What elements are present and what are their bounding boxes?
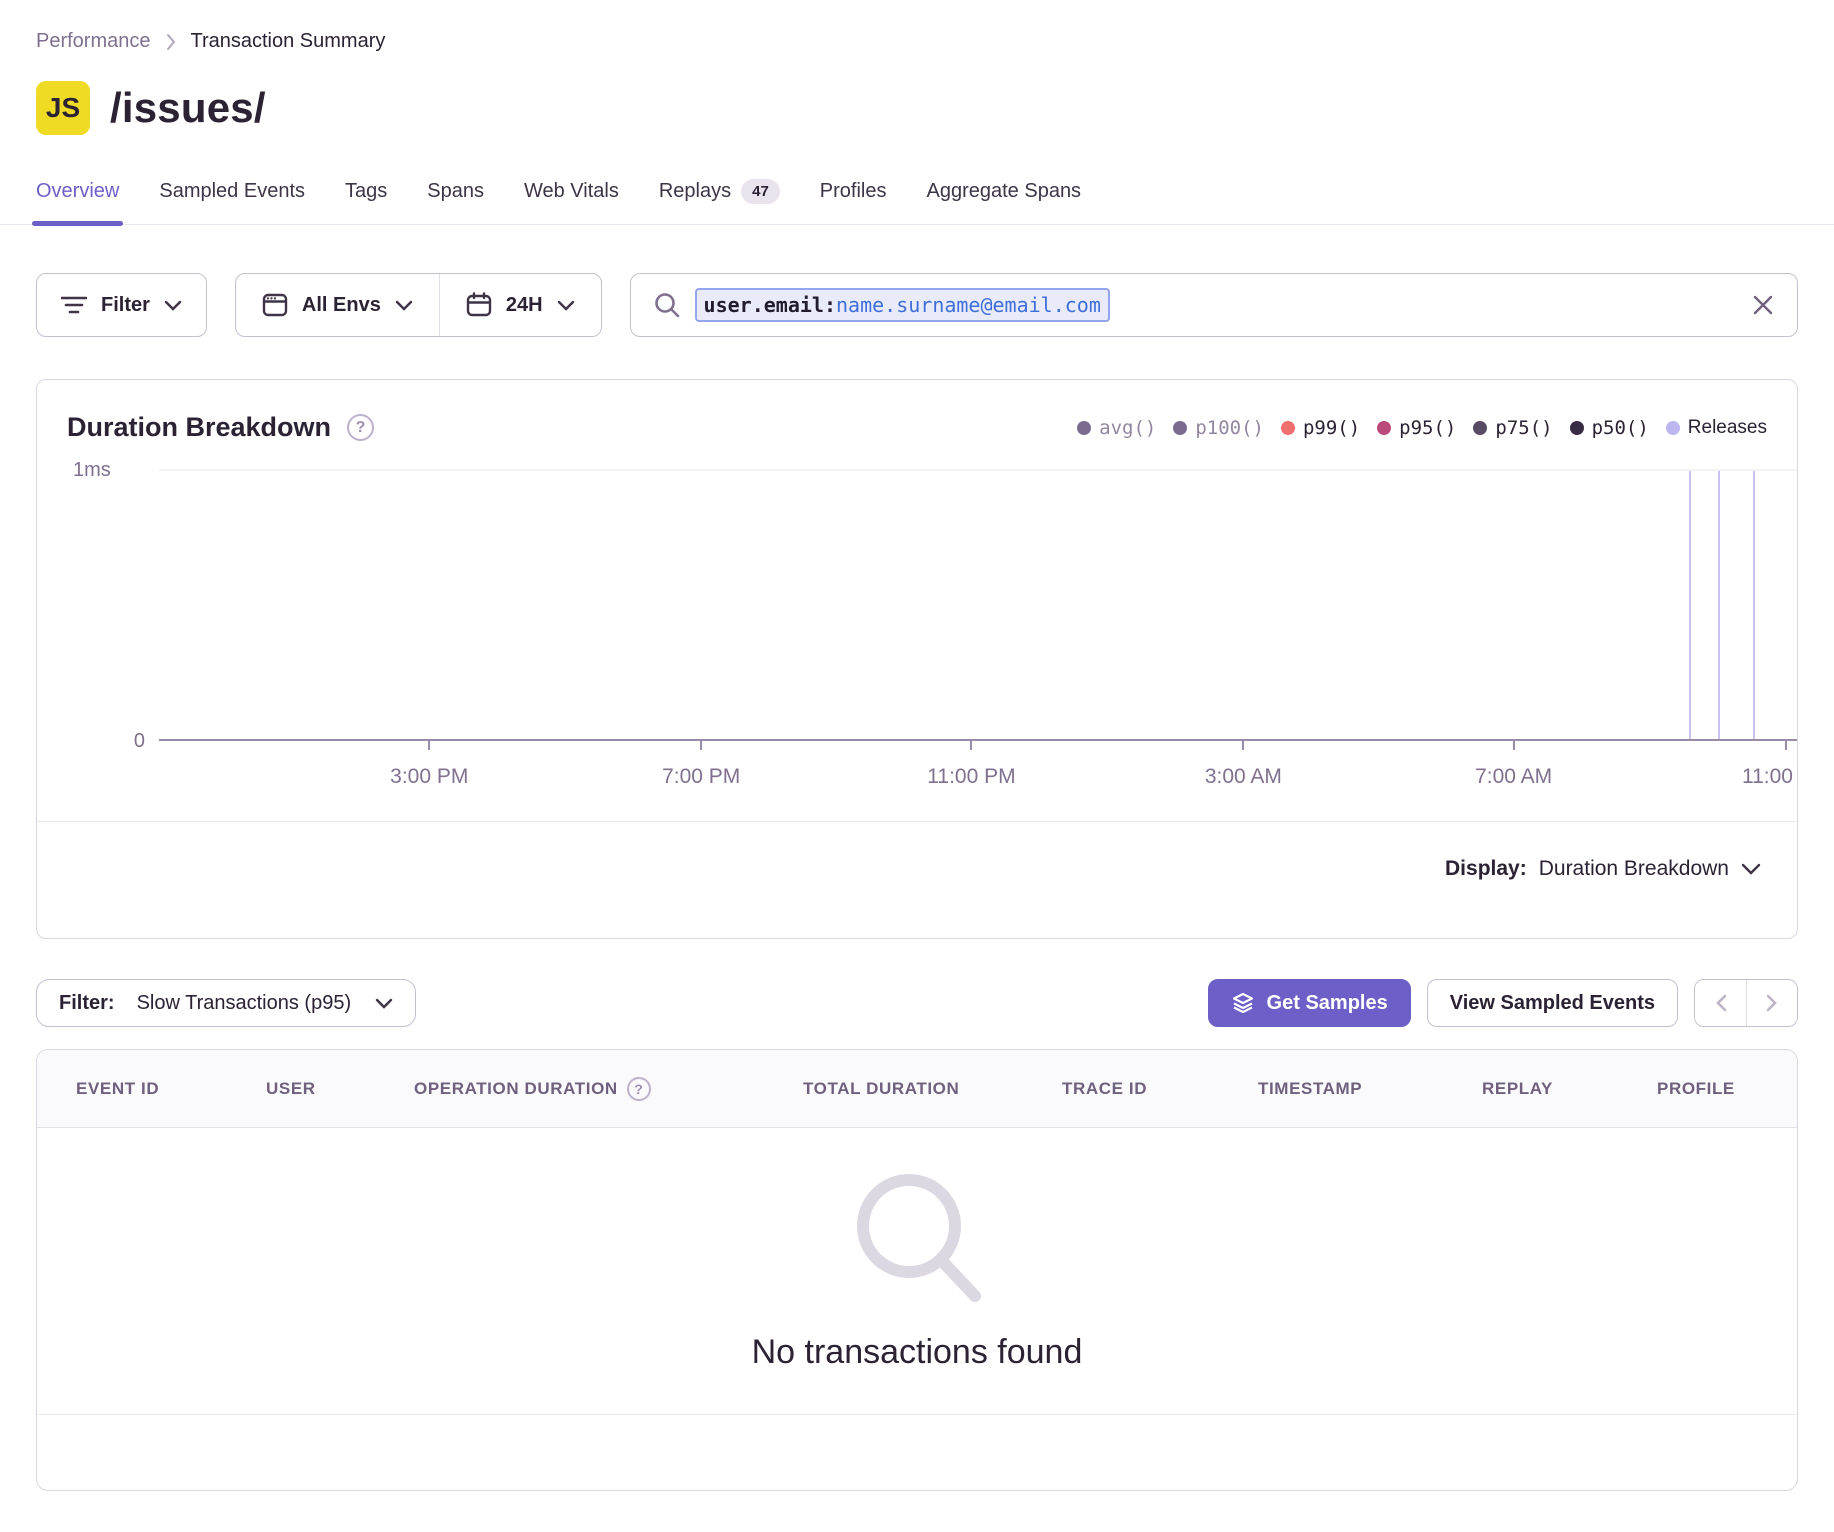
column-operation-duration: OPERATION DURATION ? (414, 1077, 803, 1101)
get-samples-button[interactable]: Get Samples (1208, 979, 1411, 1027)
x-axis-label: 11:00 PM (927, 765, 1015, 789)
search-icon (653, 291, 681, 319)
transactions-table: EVENT ID USER OPERATION DURATION ? TOTAL… (36, 1049, 1798, 1491)
column-profile: PROFILE (1657, 1079, 1797, 1099)
view-sampled-events-button[interactable]: View Sampled Events (1427, 979, 1678, 1027)
duration-breakdown-panel: Duration Breakdown ? avg() p100() p99() … (36, 379, 1798, 939)
breadcrumb: Performance Transaction Summary (0, 30, 1834, 53)
legend-dot (1377, 421, 1391, 435)
tab-web-vitals[interactable]: Web Vitals (524, 179, 619, 224)
legend-dot (1570, 421, 1584, 435)
layers-icon (1231, 991, 1255, 1015)
samples-toolbar: Filter: Slow Transactions (p95) Get Samp… (36, 979, 1798, 1027)
release-marker-line[interactable] (1718, 471, 1720, 739)
empty-search-icon (837, 1164, 997, 1319)
column-replay: REPLAY (1482, 1079, 1657, 1099)
release-marker-line[interactable] (1689, 471, 1691, 739)
transaction-filter-dropdown[interactable]: Filter: Slow Transactions (p95) (36, 979, 416, 1027)
filter-bar: Filter All Envs 24H (0, 273, 1834, 337)
breadcrumb-chevron-icon (165, 32, 177, 52)
window-icon (262, 292, 288, 318)
help-icon[interactable]: ? (627, 1077, 651, 1101)
chevron-down-icon (395, 300, 413, 311)
duration-chart: 1ms 0 (37, 469, 1797, 741)
page-header: JS /issues/ (0, 81, 1834, 135)
env-time-group: All Envs 24H (235, 273, 602, 337)
legend-item-p100[interactable]: p100() (1173, 417, 1264, 439)
tab-replays[interactable]: Replays 47 (659, 179, 780, 224)
legend-dot (1666, 421, 1680, 435)
tab-spans[interactable]: Spans (427, 179, 484, 224)
tab-aggregate-spans[interactable]: Aggregate Spans (927, 179, 1082, 224)
legend-item-releases[interactable]: Releases (1666, 417, 1767, 439)
calendar-icon (466, 292, 492, 318)
filter-lines-icon (61, 295, 87, 315)
page-title: /issues/ (110, 84, 266, 132)
filter-button[interactable]: Filter (36, 273, 207, 337)
column-event-id: EVENT ID (76, 1079, 266, 1099)
tab-profiles[interactable]: Profiles (820, 179, 887, 224)
x-axis-label: 7:00 PM (662, 765, 740, 789)
column-total-duration: TOTAL DURATION (803, 1079, 1062, 1099)
legend-item-p75[interactable]: p75() (1473, 417, 1552, 439)
legend-item-p99[interactable]: p99() (1281, 417, 1360, 439)
clear-search-icon[interactable] (1751, 293, 1775, 317)
x-axis-label: 11:00 AM (1742, 765, 1798, 789)
platform-js-badge: JS (36, 81, 90, 135)
release-marker-line[interactable] (1753, 471, 1755, 739)
y-axis-max-label: 1ms (73, 459, 111, 482)
search-input[interactable]: user.email: name.surname@email.com (630, 273, 1798, 337)
legend-item-p95[interactable]: p95() (1377, 417, 1456, 439)
chevron-down-icon (164, 300, 182, 311)
x-axis-label: 7:00 AM (1475, 765, 1552, 789)
next-page-button[interactable] (1746, 980, 1797, 1026)
breadcrumb-current: Transaction Summary (191, 30, 386, 53)
search-filter-token[interactable]: user.email: name.surname@email.com (695, 288, 1110, 322)
table-header-row: EVENT ID USER OPERATION DURATION ? TOTAL… (37, 1050, 1797, 1128)
pagination (1694, 979, 1798, 1027)
column-user: USER (266, 1079, 414, 1099)
empty-state: No transactions found (37, 1128, 1797, 1415)
chevron-down-icon (375, 998, 393, 1009)
legend-dot (1173, 421, 1187, 435)
tab-bar: Overview Sampled Events Tags Spans Web V… (0, 179, 1834, 225)
x-axis-label: 3:00 AM (1205, 765, 1282, 789)
environment-selector[interactable]: All Envs (236, 274, 439, 336)
legend-item-avg[interactable]: avg() (1077, 417, 1156, 439)
breadcrumb-performance-link[interactable]: Performance (36, 30, 151, 53)
divider (37, 1414, 1797, 1415)
legend-item-p50[interactable]: p50() (1570, 417, 1649, 439)
legend-dot (1281, 421, 1295, 435)
chevron-down-icon (1741, 863, 1761, 875)
x-axis-label: 3:00 PM (390, 765, 468, 789)
y-axis-min-label: 0 (134, 730, 145, 753)
time-range-selector[interactable]: 24H (440, 274, 601, 336)
previous-page-button[interactable] (1695, 980, 1746, 1026)
chevron-down-icon (557, 300, 575, 311)
chart-title: Duration Breakdown (67, 412, 331, 443)
gridline (159, 469, 1797, 471)
column-timestamp: TIMESTAMP (1258, 1079, 1482, 1099)
column-trace-id: TRACE ID (1062, 1079, 1258, 1099)
help-icon[interactable]: ? (347, 414, 374, 441)
legend-dot (1077, 421, 1091, 435)
display-selector[interactable]: Display: Duration Breakdown (37, 822, 1797, 916)
legend-dot (1473, 421, 1487, 435)
replays-count-badge: 47 (741, 179, 780, 204)
tab-overview[interactable]: Overview (36, 179, 119, 224)
chart-plot-area (159, 469, 1797, 741)
empty-state-text: No transactions found (752, 1333, 1083, 1372)
tab-tags[interactable]: Tags (345, 179, 387, 224)
x-axis-labels: 3:00 PM 7:00 PM 11:00 PM 3:00 AM 7:00 AM… (159, 741, 1797, 821)
chart-legend: avg() p100() p99() p95() p75() p50() Rel… (1077, 417, 1767, 439)
tab-sampled-events[interactable]: Sampled Events (159, 179, 305, 224)
